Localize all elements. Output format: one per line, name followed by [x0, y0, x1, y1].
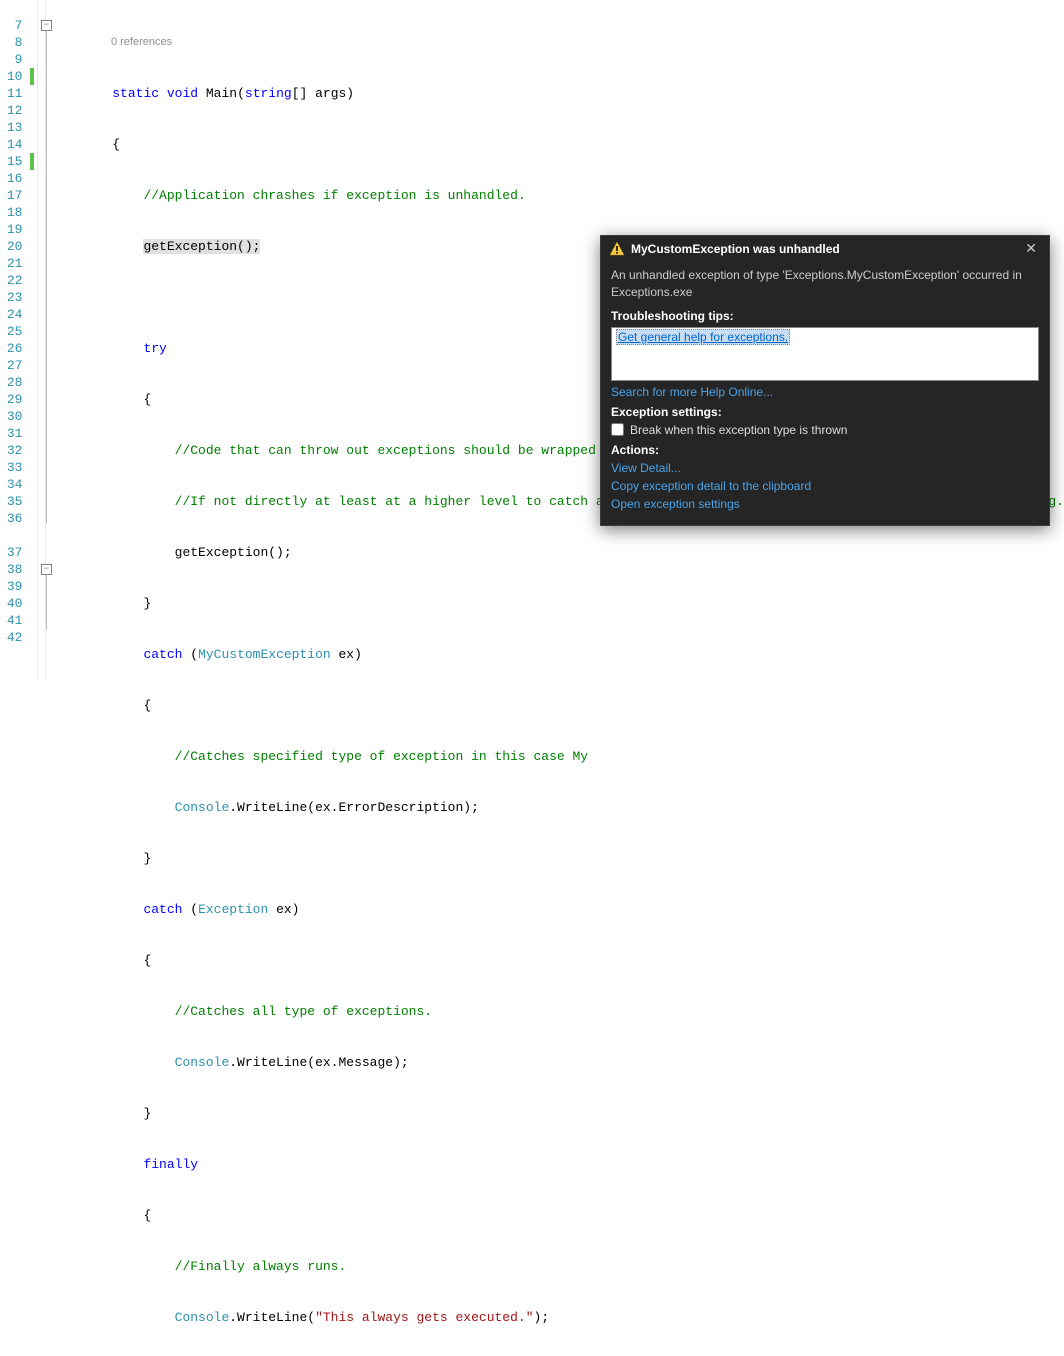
popup-title: MyCustomException was unhandled — [631, 242, 1021, 256]
break-checkbox-label: Break when this exception type is thrown — [630, 423, 847, 437]
break-checkbox[interactable] — [611, 423, 624, 436]
line-number: 38 — [0, 561, 22, 578]
view-detail-link[interactable]: View Detail... — [611, 461, 1039, 475]
settings-heading: Exception settings: — [611, 405, 1039, 419]
outline-margin[interactable]: − − — [38, 0, 46, 678]
line-number: 16 — [0, 170, 22, 187]
warning-icon — [609, 241, 625, 257]
code-line[interactable]: finally — [50, 1156, 1064, 1173]
line-number: 7 — [0, 17, 22, 34]
code-line[interactable]: } — [50, 1105, 1064, 1122]
line-number: 31 — [0, 425, 22, 442]
tip-link[interactable]: Get general help for exceptions. — [616, 329, 790, 345]
line-number: 20 — [0, 238, 22, 255]
tips-heading: Troubleshooting tips: — [611, 309, 1039, 323]
line-number: 30 — [0, 408, 22, 425]
line-number: 23 — [0, 289, 22, 306]
line-number: 17 — [0, 187, 22, 204]
exception-popup[interactable]: MyCustomException was unhandled ✕ An unh… — [600, 235, 1050, 526]
tips-listbox[interactable]: Get general help for exceptions. — [611, 327, 1039, 381]
code-line[interactable]: } — [50, 850, 1064, 867]
code-line[interactable]: catch (MyCustomException ex) — [50, 646, 1064, 663]
line-number: 33 — [0, 459, 22, 476]
code-line[interactable]: Console.WriteLine("This always gets exec… — [50, 1309, 1064, 1326]
line-number: 11 — [0, 85, 22, 102]
line-number: 25 — [0, 323, 22, 340]
code-line[interactable]: static void Main(string[] args) — [50, 85, 1064, 102]
line-number: 34 — [0, 476, 22, 493]
code-line[interactable]: { — [50, 136, 1064, 153]
line-number: 32 — [0, 442, 22, 459]
code-line[interactable]: //Catches all type of exceptions. — [50, 1003, 1064, 1020]
code-line[interactable]: Console.WriteLine(ex.ErrorDescription); — [50, 799, 1064, 816]
break-checkbox-row[interactable]: Break when this exception type is thrown — [611, 423, 1039, 437]
code-line[interactable]: //Catches specified type of exception in… — [50, 748, 1064, 765]
line-number: 27 — [0, 357, 22, 374]
code-line[interactable]: { — [50, 1207, 1064, 1224]
line-number: 12 — [0, 102, 22, 119]
line-number: 22 — [0, 272, 22, 289]
line-number: 39 — [7, 579, 23, 594]
line-number: 26 — [0, 340, 22, 357]
line-number: 37 — [0, 544, 22, 561]
code-line[interactable]: catch (Exception ex) — [50, 901, 1064, 918]
line-number-gutter: 7 8 9 10 11 12 13 14 15 16 17 18 19 20 2… — [0, 0, 30, 678]
close-icon[interactable]: ✕ — [1021, 240, 1041, 257]
line-number: 15 — [0, 153, 22, 170]
code-line[interactable]: //Application chrashes if exception is u… — [50, 187, 1064, 204]
line-number: 42 — [0, 629, 22, 646]
popup-titlebar[interactable]: MyCustomException was unhandled ✕ — [601, 236, 1049, 261]
code-line[interactable]: //Finally always runs. — [50, 1258, 1064, 1275]
change-margin — [30, 0, 37, 678]
change-marker — [30, 68, 34, 85]
code-line[interactable]: getException(); — [50, 544, 1064, 561]
line-number: 41 — [0, 612, 22, 629]
line-number: 13 — [0, 119, 22, 136]
line-number: 10 — [0, 68, 22, 85]
line-number: 19 — [0, 221, 22, 238]
actions-heading: Actions: — [611, 443, 1039, 457]
line-number: 29 — [0, 391, 22, 408]
line-number: 18 — [0, 204, 22, 221]
open-settings-link[interactable]: Open exception settings — [611, 497, 1039, 511]
line-number: 36 — [0, 510, 22, 527]
code-line[interactable]: { — [50, 697, 1064, 714]
code-line[interactable]: Console.WriteLine(ex.Message); — [50, 1054, 1064, 1071]
line-number: 35 — [0, 493, 22, 510]
change-marker — [30, 153, 34, 170]
code-line[interactable]: } — [50, 595, 1064, 612]
exception-message: An unhandled exception of type 'Exceptio… — [611, 267, 1039, 301]
copy-detail-link[interactable]: Copy exception detail to the clipboard — [611, 479, 1039, 493]
code-line[interactable]: { — [50, 952, 1064, 969]
line-number: 9 — [0, 51, 22, 68]
search-help-link[interactable]: Search for more Help Online... — [611, 385, 1039, 399]
line-number: 40 — [0, 595, 22, 612]
codelens[interactable]: 0 references — [50, 34, 1064, 51]
line-number: 24 — [0, 306, 22, 323]
line-number: 21 — [0, 255, 22, 272]
line-number: 14 — [0, 136, 22, 153]
line-number: 8 — [0, 34, 22, 51]
line-number: 28 — [0, 374, 22, 391]
